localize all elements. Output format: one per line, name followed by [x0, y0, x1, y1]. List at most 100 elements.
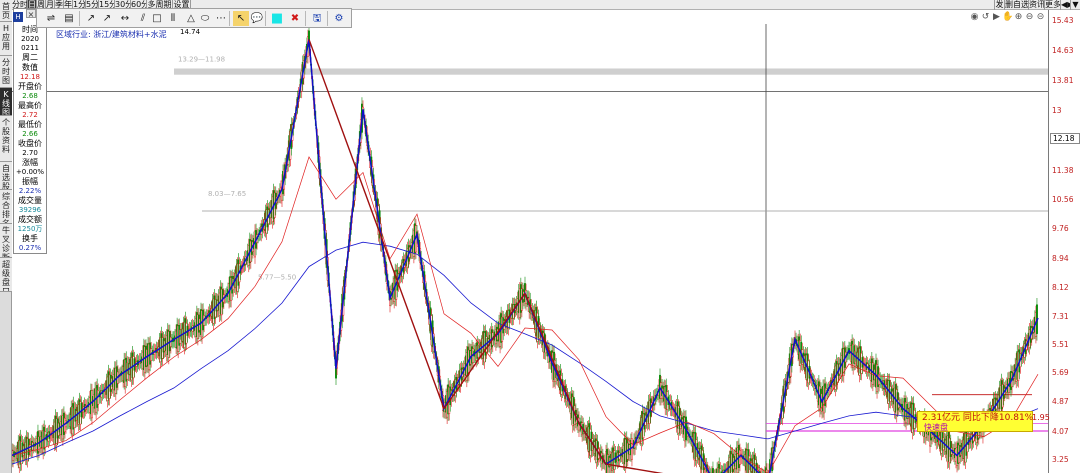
close-icon[interactable]: × [26, 9, 36, 19]
price-tick: 5.69 [1052, 368, 1069, 377]
wave-line-red [524, 293, 580, 424]
left-tab-5[interactable]: 自选股 [0, 162, 12, 190]
wave-line-red [443, 293, 526, 410]
price-tick: 10.56 [1052, 195, 1074, 204]
left-tab-4[interactable]: 个股资料 [0, 116, 12, 162]
left-tab-6[interactable]: 综合排名 [0, 190, 12, 224]
chart-zone_label_2: 8.03—7.65 [208, 190, 246, 198]
value-label: 数值 [22, 63, 38, 72]
quote-info-panel: 时间 2020 0211 周二 数值 12.18 开盘价 2.68 最高价 2.… [13, 8, 47, 254]
amplitude-value: 2.22% [18, 187, 42, 195]
high-value: 2.72 [22, 111, 38, 119]
amount-value: 1250万 [17, 225, 43, 233]
industry-label: 区域行业: 浙江/建筑材料+水泥 [56, 30, 167, 39]
table-icon[interactable]: ▤ [61, 11, 77, 26]
drawing-toolbar: ⇌ ▤ ↗ ↗ ↔ ⫽ □ ⫴ △ ⬭ ⋯ ↖ 💬 ■ ✖ 🖫 ⚙ [36, 8, 352, 28]
right-tab-3[interactable]: 更多 [1044, 0, 1060, 10]
date-md: 0211 [21, 44, 39, 52]
kline-chart[interactable]: 13.29—11.98 8.03—7.65 5.77—5.50 14.74 [12, 24, 1048, 473]
left-tab-0[interactable]: 首页 [0, 0, 12, 22]
right-tab-0[interactable]: 发 [994, 0, 1004, 10]
price-tick: 8.94 [1052, 254, 1069, 263]
candle-body [631, 438, 633, 460]
settings-icon[interactable]: ⚙ [331, 11, 347, 26]
left-tab-strip: 首页 H应用 分时图 K线图 个股资料 自选股 综合排名 牛叉诊断 超级盘口 [0, 0, 12, 473]
chart-zone_label_3: 5.77—5.50 [258, 274, 296, 282]
wave-line-blue [12, 39, 1039, 473]
price-tick: 8.12 [1052, 283, 1069, 292]
amplitude-label: 振幅 [22, 177, 38, 186]
chart-peak_label: 14.74 [180, 28, 201, 36]
price-tick: 14.63 [1052, 46, 1074, 55]
left-tab-7[interactable]: 牛叉诊断 [0, 224, 12, 258]
annotation-line1: 2.31亿元 同比下降10.81% [922, 413, 1034, 423]
open-value: 2.68 [22, 92, 38, 100]
change-label: 涨幅 [22, 158, 38, 167]
right-tab-5[interactable]: ▼ [1070, 0, 1080, 10]
volume-value: 39296 [18, 206, 42, 214]
close-label: 收盘价 [18, 139, 42, 148]
annotation-line2: 快速盘 [924, 423, 948, 432]
low-label: 最低价 [18, 120, 42, 129]
segment-icon[interactable]: ↗ [99, 11, 115, 26]
ray-line-icon[interactable]: ↗ [83, 11, 99, 26]
volume-label: 成交量 [18, 196, 42, 205]
price-tick: 7.31 [1052, 312, 1069, 321]
close-value: 2.70 [22, 149, 38, 157]
chart-control-icons: ◉ ↺ ▶ ✋ ⊕ ⊖ ⊝ [969, 12, 1046, 22]
play-icon[interactable]: ▶ [991, 12, 1002, 22]
right-tab-2[interactable]: 资讯 [1028, 0, 1044, 10]
vertical-lines-icon[interactable]: ⫴ [165, 11, 181, 26]
text-note-icon[interactable]: 💬 [249, 11, 265, 26]
zoom-out-icon[interactable]: ⊖ [1024, 12, 1035, 22]
price-tick: 13.81 [1052, 76, 1074, 85]
price-tick: 3.25 [1052, 455, 1069, 464]
wave-line-red [605, 463, 664, 473]
hold-badge-icon: H [13, 12, 23, 22]
undo-icon[interactable]: ↺ [980, 12, 991, 22]
price-tick: 4.07 [1052, 427, 1069, 436]
low-value: 2.66 [22, 130, 38, 138]
arrow-line-icon[interactable]: ↔ [117, 11, 133, 26]
amount-label: 成交额 [18, 215, 42, 224]
zoom-in-icon[interactable]: ⊕ [1013, 12, 1024, 22]
price-tick: 11.38 [1052, 166, 1074, 175]
left-tab-3[interactable]: K线图 [0, 88, 12, 116]
right-tab-1[interactable]: 删自选 [1004, 0, 1028, 10]
price-axis: 15.43 14.63 13.81 13 12.18 11.38 10.56 9.76 8.94… [1048, 10, 1080, 473]
left-tab-8[interactable]: 超级盘口 [0, 258, 12, 292]
date-year: 2020 [21, 35, 39, 43]
price-tick: 4.87 [1052, 397, 1069, 406]
save-icon[interactable]: 🖫 [309, 11, 325, 26]
turnover-value: 0.27% [18, 244, 42, 252]
ma-short-line [12, 156, 1039, 473]
wave-line-red [578, 422, 607, 465]
color-fill-icon[interactable]: ■ [269, 11, 285, 26]
price-tick: 15.43 [1052, 16, 1074, 25]
rectangle-icon[interactable]: □ [149, 11, 165, 26]
change-value: +0.00% [15, 168, 45, 176]
price-tick: 5.51 [1052, 340, 1069, 349]
eye-icon[interactable]: ◉ [969, 12, 980, 22]
annotation-box[interactable]: 2.31亿元 同比下降10.81% 快速盘 [917, 411, 1033, 432]
left-tab-1[interactable]: H应用 [0, 22, 12, 56]
price-tick: 13 [1052, 106, 1062, 115]
ellipse-icon[interactable]: ⬭ [197, 11, 213, 26]
current-price-tag: 12.18 [1050, 133, 1080, 144]
candle-body [712, 468, 714, 473]
horizontal-line-icon[interactable]: ⇌ [43, 11, 59, 26]
weekday: 周二 [22, 53, 38, 62]
delete-icon[interactable]: ✖ [287, 11, 303, 26]
chart-zone_label_1: 13.29—11.98 [178, 55, 225, 63]
turnover-label: 换手 [22, 234, 38, 243]
value-text: 12.18 [19, 73, 41, 81]
dots-icon[interactable]: ⋯ [213, 11, 229, 26]
pan-icon[interactable]: ✋ [1002, 12, 1013, 22]
annotation-side: 1.95 [1032, 413, 1050, 422]
left-tab-2[interactable]: 分时图 [0, 56, 12, 88]
open-label: 开盘价 [18, 82, 42, 91]
minus-icon[interactable]: ⊝ [1035, 12, 1046, 22]
right-tab-4[interactable]: ◀▶ [1060, 0, 1070, 10]
wave-line-red [308, 39, 445, 409]
pointer-icon[interactable]: ↖ [233, 11, 249, 26]
